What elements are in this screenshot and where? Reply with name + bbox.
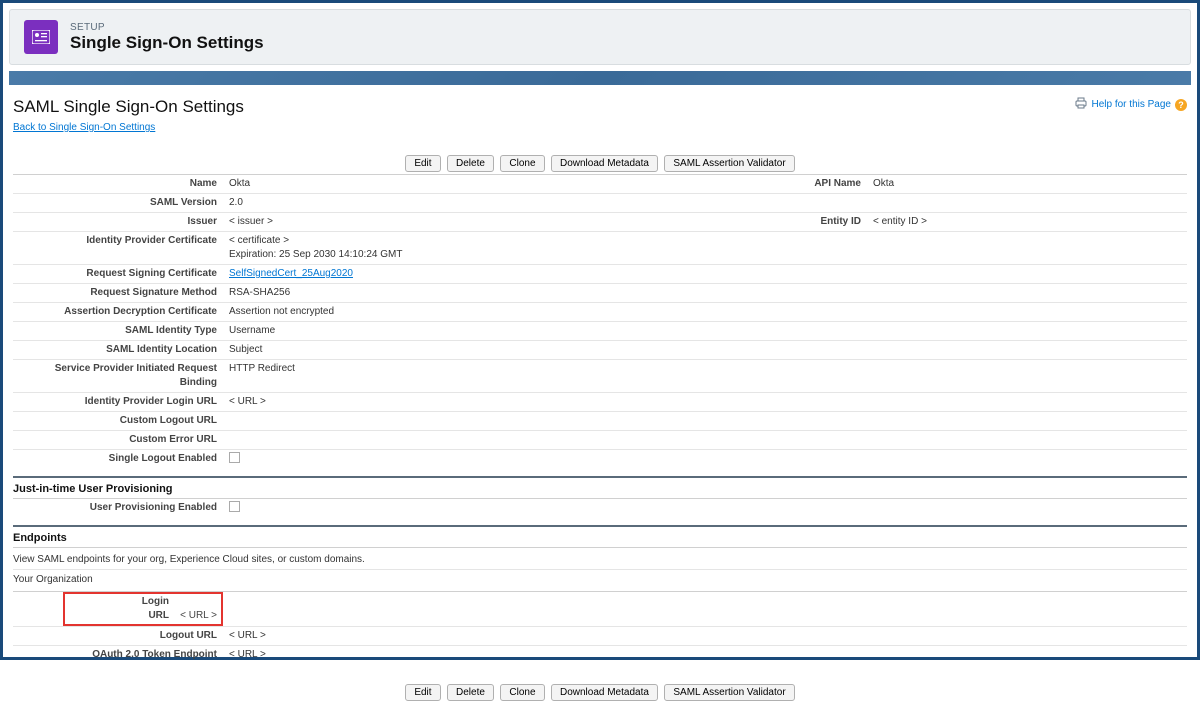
idplogin-label: Identity Provider Login URL — [13, 393, 223, 412]
table-row: User Provisioning Enabled — [13, 499, 1187, 519]
clone-button[interactable]: Clone — [500, 155, 544, 172]
button-row-bottom: Edit Delete Clone Download Metadata SAML… — [13, 682, 1187, 701]
table-row: Assertion Decryption Certificate Asserti… — [13, 303, 1187, 322]
back-link[interactable]: Back to Single Sign-On Settings — [13, 122, 155, 133]
idpcert-value: < certificate > Expiration: 25 Sep 2030 … — [223, 232, 789, 265]
idpcert-val2: Expiration: 25 Sep 2030 14:10:24 GMT — [229, 248, 783, 262]
table-row: SAML Version 2.0 — [13, 194, 1187, 213]
clone-button-bottom[interactable]: Clone — [500, 684, 544, 701]
table-row: OAuth 2.0 Token Endpoint < URL > — [13, 646, 1187, 665]
idplogin-value: < URL > — [223, 393, 789, 412]
userprov-label: User Provisioning Enabled — [13, 499, 223, 519]
singlelogout-checkbox — [229, 452, 240, 463]
edit-button-bottom[interactable]: Edit — [405, 684, 440, 701]
idpcert-val1: < certificate > — [229, 234, 783, 248]
table-row: Single Logout Enabled — [13, 450, 1187, 471]
name-value: Okta — [223, 175, 789, 194]
idtype-label: SAML Identity Type — [13, 322, 223, 341]
oauth-label: OAuth 2.0 Token Endpoint — [13, 646, 223, 665]
help-icon: ? — [1175, 99, 1187, 111]
name-label: Name — [13, 175, 223, 194]
setup-icon — [24, 20, 58, 54]
banner-big: Single Sign-On Settings — [70, 33, 264, 53]
button-row-top: Edit Delete Clone Download Metadata SAML… — [13, 153, 1187, 172]
table-row: Login URL < URL > — [13, 592, 1187, 627]
saml-validator-button[interactable]: SAML Assertion Validator — [664, 155, 794, 172]
reqsigncert-label: Request Signing Certificate — [13, 265, 223, 284]
oauth-value: < URL > — [223, 646, 740, 665]
help-link[interactable]: Help for this Page ? — [1074, 97, 1188, 112]
logouturl-value: < URL > — [223, 627, 740, 646]
table-row: Issuer < issuer > Entity ID < entity ID … — [13, 213, 1187, 232]
banner-small: SETUP — [70, 22, 264, 33]
download-metadata-button-bottom[interactable]: Download Metadata — [551, 684, 658, 701]
loginurl-label: Login URL — [129, 595, 169, 623]
decorative-stripe — [9, 71, 1191, 85]
delete-button[interactable]: Delete — [447, 155, 494, 172]
endpoints-note: View SAML endpoints for your org, Experi… — [13, 548, 1187, 570]
samlversion-label: SAML Version — [13, 194, 223, 213]
customlogout-value — [223, 412, 789, 431]
table-row: Name Okta API Name Okta — [13, 175, 1187, 194]
printer-icon — [1074, 97, 1088, 112]
customlogout-label: Custom Logout URL — [13, 412, 223, 431]
idloc-label: SAML Identity Location — [13, 341, 223, 360]
spbinding-value: HTTP Redirect — [223, 360, 789, 393]
customerror-value — [223, 431, 789, 450]
issuer-value: < issuer > — [223, 213, 789, 232]
reqsigmethod-label: Request Signature Method — [13, 284, 223, 303]
edit-button[interactable]: Edit — [405, 155, 440, 172]
assertdecrypt-label: Assertion Decryption Certificate — [13, 303, 223, 322]
table-row: Custom Error URL — [13, 431, 1187, 450]
reqsigncert-link[interactable]: SelfSignedCert_25Aug2020 — [229, 268, 353, 279]
table-row: SAML Identity Type Username — [13, 322, 1187, 341]
download-metadata-button[interactable]: Download Metadata — [551, 155, 658, 172]
table-row: Identity Provider Login URL < URL > — [13, 393, 1187, 412]
app-window: SETUP Single Sign-On Settings SAML Singl… — [0, 0, 1200, 660]
logouturl-label: Logout URL — [13, 627, 223, 646]
table-row: Identity Provider Certificate < certific… — [13, 232, 1187, 265]
userprov-checkbox — [229, 501, 240, 512]
idtype-value: Username — [223, 322, 789, 341]
table-row: Logout URL < URL > — [13, 627, 1187, 646]
table-row: Custom Logout URL — [13, 412, 1187, 431]
table-row: Request Signing Certificate SelfSignedCe… — [13, 265, 1187, 284]
customerror-label: Custom Error URL — [13, 431, 223, 450]
table-row: Service Provider Initiated Request Bindi… — [13, 360, 1187, 393]
table-row: Request Signature Method RSA-SHA256 — [13, 284, 1187, 303]
entityid-label: Entity ID — [789, 213, 867, 232]
banner-text: SETUP Single Sign-On Settings — [70, 22, 264, 53]
apiname-value: Okta — [867, 175, 1187, 194]
issuer-label: Issuer — [13, 213, 223, 232]
assertdecrypt-value: Assertion not encrypted — [223, 303, 789, 322]
samlversion-value: 2.0 — [223, 194, 789, 213]
table-row: SAML Identity Location Subject — [13, 341, 1187, 360]
endpoints-sub: Your Organization — [13, 570, 1187, 591]
loginurl-value: < URL > — [180, 610, 217, 621]
jit-table: User Provisioning Enabled — [13, 499, 1187, 519]
page-banner: SETUP Single Sign-On Settings — [9, 9, 1191, 65]
idloc-value: Subject — [223, 341, 789, 360]
loginurl-highlight: Login URL < URL > — [63, 592, 223, 626]
help-text: Help for this Page — [1092, 99, 1172, 110]
entityid-value: < entity ID > — [867, 213, 1187, 232]
spbinding-label: Service Provider Initiated Request Bindi… — [13, 360, 223, 393]
page-title: SAML Single Sign-On Settings — [13, 97, 244, 117]
saml-validator-button-bottom[interactable]: SAML Assertion Validator — [664, 684, 794, 701]
reqsigmethod-value: RSA-SHA256 — [223, 284, 789, 303]
endpoints-table: Login URL < URL > Logout URL < URL > OAu… — [13, 591, 1187, 664]
delete-button-bottom[interactable]: Delete — [447, 684, 494, 701]
idpcert-label: Identity Provider Certificate — [13, 232, 223, 265]
title-block: SAML Single Sign-On Settings Back to Sin… — [13, 97, 244, 135]
jit-heading: Just-in-time User Provisioning — [13, 478, 1187, 499]
settings-table: Name Okta API Name Okta SAML Version 2.0… — [13, 174, 1187, 470]
singlelogout-label: Single Logout Enabled — [13, 450, 223, 471]
apiname-label: API Name — [789, 175, 867, 194]
endpoints-heading: Endpoints — [13, 527, 1187, 548]
